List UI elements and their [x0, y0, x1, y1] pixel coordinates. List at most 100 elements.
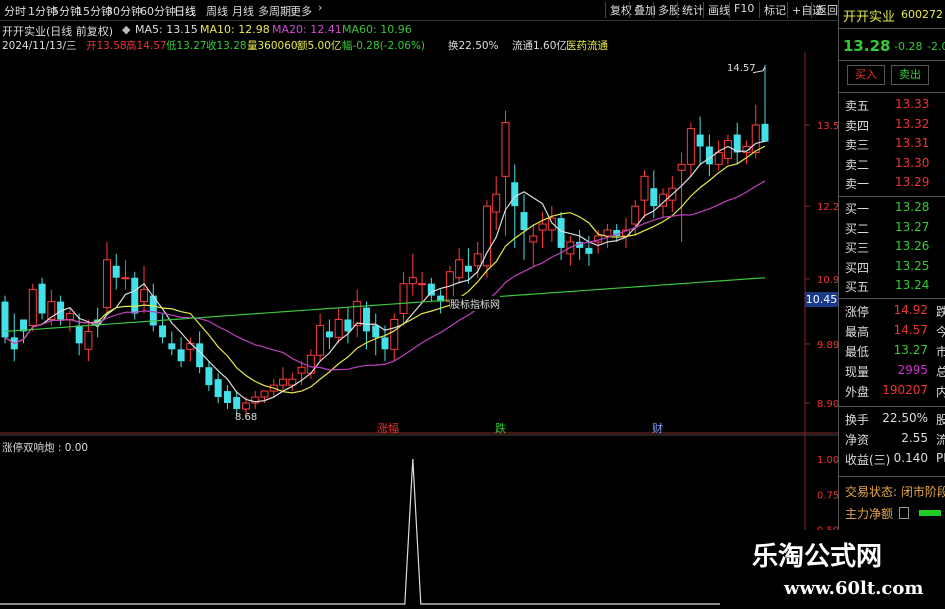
candle-body[interactable] [520, 212, 528, 230]
candle-body[interactable] [427, 283, 435, 296]
candle-body[interactable] [585, 247, 593, 254]
candle-body[interactable] [131, 277, 139, 314]
candle-body[interactable] [159, 325, 167, 338]
candle-body[interactable] [112, 265, 120, 278]
candle-body[interactable] [381, 337, 389, 350]
candle-body[interactable] [650, 188, 658, 207]
candle-body[interactable] [529, 235, 538, 243]
candle-body[interactable] [102, 259, 111, 309]
candle-body[interactable] [603, 229, 612, 237]
candle-body[interactable] [677, 163, 686, 171]
period-tab-5[interactable]: 60分钟 [140, 3, 176, 19]
event-marker-drop[interactable]: 跌 [495, 420, 506, 436]
candle-body[interactable] [196, 343, 204, 368]
candle-body[interactable] [168, 343, 176, 350]
candle-body[interactable] [362, 307, 370, 332]
period-tab-10[interactable]: 更多 [290, 3, 312, 19]
ma60-label: MA60: 10.96 [342, 23, 412, 36]
buy-button[interactable]: 买入 [847, 65, 885, 85]
candle-body[interactable] [511, 182, 519, 207]
toolbar-button-6[interactable]: 标记 [762, 2, 788, 18]
candle-body[interactable] [557, 218, 565, 248]
bid-price[interactable]: 13.28 [895, 200, 929, 214]
candle-body[interactable] [38, 283, 46, 314]
candle-body[interactable] [241, 402, 250, 410]
ask-price[interactable]: 13.29 [895, 175, 929, 189]
ask-price[interactable]: 13.31 [895, 136, 929, 150]
ask-price[interactable]: 13.32 [895, 117, 929, 131]
flow-toggle-icon[interactable] [899, 507, 909, 519]
candle-body[interactable] [325, 331, 333, 338]
candle-body[interactable] [121, 277, 130, 280]
candle-body[interactable] [501, 122, 510, 177]
candle-body[interactable] [751, 124, 760, 153]
candle-body[interactable] [84, 330, 93, 350]
candle-body[interactable] [473, 253, 482, 267]
ask-price[interactable]: 13.33 [895, 97, 929, 111]
candle-body[interactable] [1, 301, 9, 338]
toolbar-button-1[interactable]: 叠加 [632, 2, 658, 18]
toolbar-button-2[interactable]: 多股 [656, 2, 682, 18]
bar-turnover: 换22.50% [448, 40, 499, 52]
period-tab-9[interactable]: 多周期 [258, 3, 291, 19]
bid-price[interactable]: 13.24 [895, 278, 929, 292]
event-marker-surge[interactable]: 涨幅 [377, 420, 399, 436]
stat-label: 现量 [845, 365, 870, 379]
toolbar-button-8[interactable]: 返回 [814, 2, 840, 18]
ma-toggle-icon[interactable]: ◆ [122, 23, 130, 36]
candle-body[interactable] [344, 319, 352, 332]
period-tab-7[interactable]: 周线 [206, 3, 228, 19]
event-marker-finance[interactable]: 财 [652, 420, 663, 436]
ask-price[interactable]: 13.30 [895, 156, 929, 170]
sell-button[interactable]: 卖出 [891, 65, 929, 85]
toolbar-button-5[interactable]: F10 [732, 2, 756, 18]
candle-body[interactable] [418, 283, 427, 286]
candle-body[interactable] [316, 324, 325, 356]
period-tab-8[interactable]: 月线 [232, 3, 254, 19]
period-tab-6[interactable]: 日线 [174, 3, 196, 19]
candle-body[interactable] [714, 151, 723, 165]
candle-body[interactable] [205, 367, 213, 386]
candle-body[interactable] [455, 259, 464, 279]
candle-body[interactable] [353, 301, 362, 326]
candle-body[interactable] [297, 366, 306, 374]
candle-body[interactable] [464, 265, 472, 272]
candle-body[interactable] [696, 134, 704, 147]
candle-body[interactable] [686, 128, 695, 165]
candle-body[interactable] [233, 397, 241, 409]
stat-value: 2995 [897, 363, 928, 377]
candle-body[interactable] [723, 140, 732, 159]
candle-body[interactable] [279, 378, 288, 386]
candle-body[interactable] [408, 277, 417, 285]
kline-chart[interactable]: 13.5612.2010.989.898.90 1.000.750.500.25 [0, 52, 838, 609]
candle-body[interactable] [640, 175, 649, 201]
candle-body[interactable] [65, 313, 74, 320]
candle-body[interactable] [75, 325, 83, 344]
stat-unit: 跌 [936, 305, 945, 319]
candle-body[interactable] [140, 289, 149, 303]
candle-body[interactable] [492, 193, 501, 213]
candle-body[interactable] [214, 379, 222, 398]
bid-price[interactable]: 13.25 [895, 259, 929, 273]
bid-price[interactable]: 13.27 [895, 220, 929, 234]
period-tab-4[interactable]: 30分钟 [106, 3, 142, 19]
candle-body[interactable] [334, 318, 343, 338]
candle-body[interactable] [705, 146, 713, 165]
bid-price[interactable]: 13.26 [895, 239, 929, 253]
candle-body[interactable] [631, 205, 640, 225]
candle-body[interactable] [28, 289, 37, 326]
candle-body[interactable] [538, 223, 547, 231]
candle-body[interactable] [547, 217, 556, 231]
period-tab-0[interactable]: 分时 [4, 3, 26, 19]
candle-body[interactable] [260, 390, 269, 398]
price-axis-tick: 10.98 [817, 275, 838, 286]
candle-body[interactable] [399, 283, 408, 315]
candle-body[interactable] [390, 318, 399, 350]
toolbar-button-0[interactable]: 复权 [608, 2, 634, 18]
sector-label[interactable]: 医药流通 [566, 38, 608, 53]
more-chevron-icon[interactable]: › [318, 1, 322, 14]
candle-body[interactable] [761, 123, 769, 142]
candle-body[interactable] [177, 349, 185, 362]
candle-body[interactable] [223, 391, 231, 403]
candle-body[interactable] [372, 325, 380, 338]
